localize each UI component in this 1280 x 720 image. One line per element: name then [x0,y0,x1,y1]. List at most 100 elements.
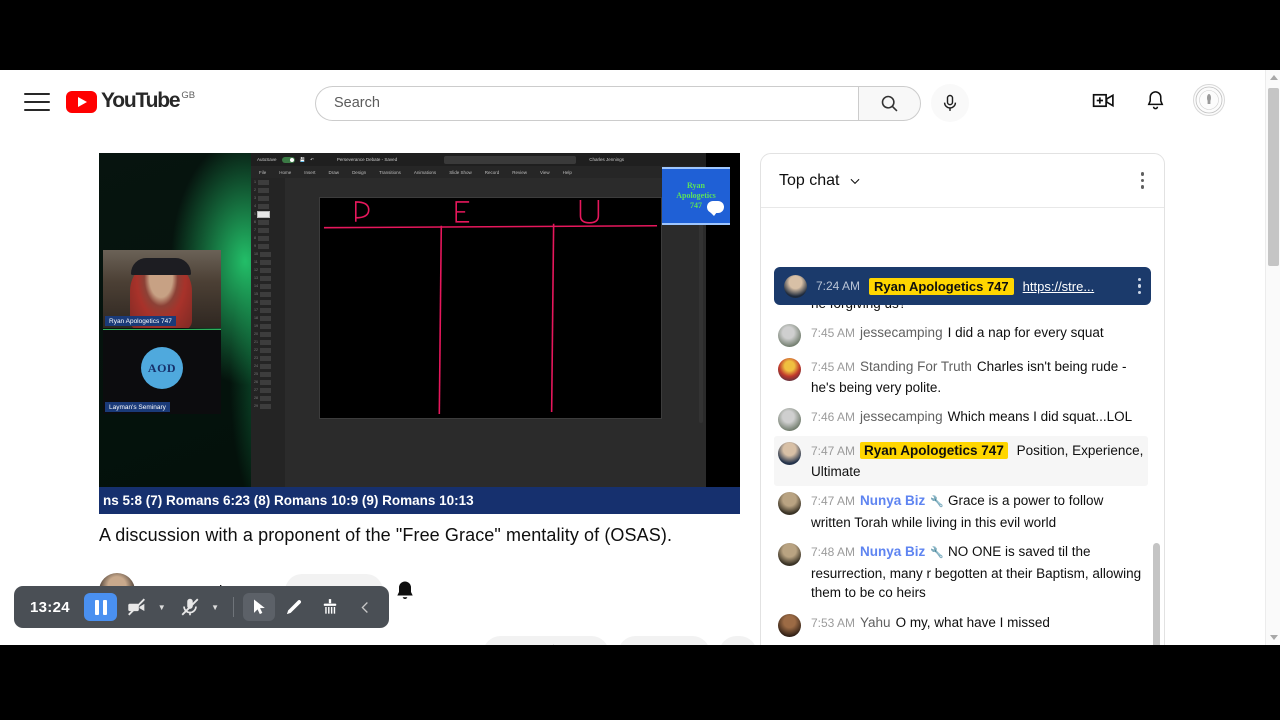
ppt-slide-thumb[interactable]: 13 [251,274,285,282]
dislike-button[interactable] [561,636,609,645]
chat-message-owner[interactable]: 7:47 AM Ryan Apologetics 747 Position, Ex… [774,436,1148,486]
chat-more-options-button[interactable] [1135,166,1151,195]
ppt-slide-thumb[interactable]: 12 [251,266,285,274]
ppt-tab-file[interactable]: File [259,170,266,175]
chat-message-time: 7:45 AM [811,360,856,374]
camera-options-chevron-icon[interactable]: ▼ [158,603,166,612]
ppt-tab-help[interactable]: Help [563,170,572,175]
youtube-logo[interactable]: YouTube GB [66,90,195,113]
hamburger-menu-icon[interactable] [24,92,50,111]
ppt-tab-home[interactable]: Home [279,170,291,175]
pinned-message-link[interactable]: https://stre... [1023,279,1095,294]
ppt-slide-thumb[interactable]: 11 [251,258,285,266]
ppt-slide-thumb[interactable]: 27 [251,386,285,394]
chat-message-area[interactable]: 7:45 AMNunya Biz🔧Grace to all....said Pa… [761,208,1164,645]
search-button[interactable] [858,85,921,121]
chat-message[interactable]: 7:48 AM Nunya Biz 🔧 NO ONE is saved til the… [774,537,1148,608]
video-player[interactable]: Ryan Apologetics 747 AOD Layman's Semina… [99,153,740,514]
create-video-button[interactable] [1089,86,1117,114]
chat-message[interactable]: 7:54 AMNunya Biz🔧Morning Yahu [774,642,1148,646]
cursor-tool-button[interactable] [243,593,275,621]
chat-message-author[interactable]: jessecamping [860,325,943,340]
ppt-save-icon[interactable]: 💾 [300,157,306,163]
ppt-slide-thumb[interactable]: 21 [251,338,285,346]
ppt-slide-thumb[interactable]: 29 [251,402,285,410]
chat-message-author[interactable]: Yahu [860,615,891,630]
ppt-slide-thumb[interactable]: 9 [251,242,285,250]
pen-tool-button[interactable] [279,593,311,621]
ppt-slide-thumb[interactable]: 10 [251,250,285,258]
browser-scrollbar-thumb[interactable] [1268,88,1279,266]
ppt-tab-record[interactable]: Record [485,170,500,175]
ppt-slide-thumb-selected[interactable]: 5 [251,210,285,218]
notification-bell-button[interactable] [393,579,417,603]
ppt-slide-canvas[interactable] [319,197,662,419]
chat-message-author[interactable]: Standing For Truth [860,359,972,374]
collapse-toolbar-button[interactable] [350,593,382,621]
ppt-slide-thumb[interactable]: 26 [251,378,285,386]
ppt-tab-slideshow[interactable]: Slide Show [449,170,472,175]
ppt-tab-review[interactable]: Review [512,170,527,175]
voice-search-button[interactable] [931,84,969,122]
chat-mode-selector[interactable]: Top chat [779,172,862,190]
chat-message[interactable]: 7:45 AM Standing For Truth Charles isn't b… [774,352,1148,402]
ppt-slide-thumb[interactable]: 14 [251,282,285,290]
chat-message[interactable]: 7:47 AM Nunya Biz 🔧 Grace is a power to fol… [774,486,1148,537]
ppt-slide-thumb[interactable]: 19 [251,322,285,330]
ppt-slide-thumb[interactable]: 20 [251,330,285,338]
pinned-message-options-button[interactable] [1134,274,1146,299]
chat-message[interactable]: 7:46 AM jessecamping Which means I did squ… [774,402,1148,436]
browser-scrollbar[interactable] [1265,70,1280,645]
ppt-slide-thumb[interactable]: 16 [251,298,285,306]
ppt-slide-thumb[interactable]: 7 [251,226,285,234]
ppt-slide-thumb[interactable]: 2 [251,186,285,194]
ppt-tab-animations[interactable]: Animations [414,170,436,175]
ppt-slide-thumb[interactable]: 28 [251,394,285,402]
pinned-message-author[interactable]: Ryan Apologetics 747 [869,277,1014,295]
scroll-down-arrow-icon[interactable] [1266,630,1280,645]
ppt-slide-thumb[interactable]: 25 [251,370,285,378]
chat-message[interactable]: 7:53 AM Yahu O my, what have I missed [774,608,1148,642]
screen-recorder-toolbar[interactable]: 13:24 ▼ ▼ [14,586,389,628]
chat-message-author[interactable]: Nunya Biz [860,544,925,559]
chat-message-author[interactable]: jessecamping [860,409,943,424]
ppt-slide-thumb[interactable]: 6 [251,218,285,226]
ppt-tab-draw[interactable]: Draw [329,170,340,175]
ppt-tab-design[interactable]: Design [352,170,366,175]
ppt-slide-thumb[interactable]: 22 [251,346,285,354]
ppt-slide-thumbnail-rail[interactable]: 1 2 3 4 5 6 7 8 9 10 11 12 13 14 15 16 1 [251,178,285,514]
ppt-slide-thumb[interactable]: 17 [251,306,285,314]
pinned-chat-message[interactable]: 7:24 AM Ryan Apologetics 747 https://str… [774,267,1151,305]
ppt-search-input[interactable] [444,155,577,164]
share-button[interactable]: Share [617,636,710,645]
microphone-options-chevron-icon[interactable]: ▼ [211,603,219,612]
chat-message[interactable]: 7:45 AM jessecamping I did a nap for every… [774,318,1148,352]
ppt-slide-thumb[interactable]: 8 [251,234,285,242]
eraser-tool-button[interactable] [314,593,346,621]
chat-scrollbar-thumb[interactable] [1153,543,1160,645]
ppt-tab-insert[interactable]: Insert [304,170,315,175]
ppt-slide-thumb[interactable]: 3 [251,194,285,202]
ppt-slide-thumb[interactable]: 4 [251,202,285,210]
chat-message-author[interactable]: Ryan Apologetics 747 [860,442,1008,459]
ppt-autosave-toggle[interactable] [281,156,295,163]
like-button[interactable]: 3 [483,636,546,645]
ppt-slide-thumb[interactable]: 23 [251,354,285,362]
ppt-slide-thumb[interactable]: 15 [251,290,285,298]
ppt-tab-transitions[interactable]: Transitions [379,170,401,175]
account-avatar[interactable] [1193,84,1225,116]
search-input[interactable]: Search [315,85,858,121]
scroll-up-arrow-icon[interactable] [1266,70,1280,85]
ppt-slide-thumb[interactable]: 18 [251,314,285,322]
ppt-vertical-scrollbar[interactable] [699,193,703,423]
toggle-microphone-button[interactable] [175,593,207,621]
ppt-undo-icon[interactable]: ↶ [310,157,314,163]
notifications-button[interactable] [1141,86,1169,114]
pause-recording-button[interactable] [83,593,118,621]
ppt-slide-thumb[interactable]: 24 [251,362,285,370]
ppt-tab-view[interactable]: View [540,170,550,175]
chat-message-author[interactable]: Nunya Biz [860,493,925,508]
ppt-slide-thumb[interactable]: 1 [251,178,285,186]
more-actions-button[interactable]: ··· [718,636,757,645]
toggle-camera-button[interactable] [121,593,153,621]
